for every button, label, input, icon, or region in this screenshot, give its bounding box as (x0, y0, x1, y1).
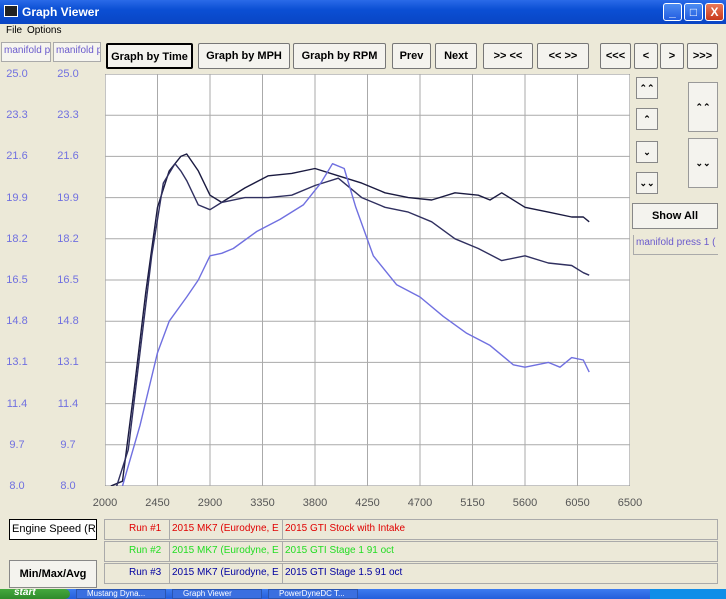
x-tick-label: 5600 (512, 497, 538, 509)
run-car: 2015 MK7 (Eurodyne, E (172, 545, 279, 556)
y-tick-label: 13.1 (57, 356, 79, 369)
minimize-button[interactable]: _ (663, 3, 682, 21)
run-label: Run #1 (129, 523, 162, 534)
y-tick-label: 23.3 (57, 109, 79, 122)
scale-up-button[interactable]: ⌃ (636, 108, 658, 130)
graph-by-mph-button[interactable]: Graph by MPH (198, 43, 290, 69)
scroll-first-button[interactable]: <<< (600, 43, 631, 69)
run-car: 2015 MK7 (Eurodyne, E (172, 567, 279, 578)
divider (169, 564, 170, 583)
y-tick-label: 21.6 (57, 150, 79, 163)
run-row[interactable]: Run #3 2015 MK7 (Eurodyne, E 2015 GTI Stag… (104, 563, 718, 584)
scale-up-fast-button[interactable]: ⌃⌃ (636, 77, 658, 99)
y-tick-label: 18.2 (6, 232, 28, 245)
y-tick-label: 9.7 (9, 438, 25, 451)
system-tray (650, 589, 726, 599)
x-axis-channel-field[interactable]: Engine Speed (RPI (9, 519, 97, 540)
prev-button[interactable]: Prev (392, 43, 431, 69)
run-row[interactable]: Run #1 2015 MK7 (Eurodyne, E 2015 GTI Stoc… (104, 519, 718, 540)
offset-up-button[interactable]: ⌃⌃ (688, 82, 718, 132)
x-tick-label: 3800 (302, 497, 328, 509)
y-channel-tab-left[interactable]: manifold p (1, 42, 51, 62)
x-tick-label: 2900 (197, 497, 223, 509)
y-tick-label: 11.4 (6, 397, 28, 410)
scroll-back-button[interactable]: < (634, 43, 658, 69)
y-tick-label: 19.9 (57, 191, 79, 204)
channel-legend-field[interactable]: manifold press 1 ( (633, 235, 718, 255)
divider (169, 520, 170, 539)
divider (282, 542, 283, 561)
menu-options[interactable]: Options (27, 25, 61, 36)
x-tick-label: 2000 (92, 497, 118, 509)
graph-by-rpm-button[interactable]: Graph by RPM (293, 43, 386, 69)
window-title: Graph Viewer (22, 5, 100, 19)
run-label: Run #2 (129, 545, 162, 556)
menu-file[interactable]: File (6, 25, 22, 36)
run-car: 2015 MK7 (Eurodyne, E (172, 523, 279, 534)
app-icon (4, 5, 18, 17)
offset-down-button[interactable]: ⌄⌄ (688, 138, 718, 188)
y-tick-label: 25.0 (57, 68, 79, 80)
graph-by-time-button[interactable]: Graph by Time (106, 43, 193, 69)
y-tick-label: 9.7 (60, 438, 76, 451)
zoom-out-button[interactable]: << >> (537, 43, 589, 69)
show-all-button[interactable]: Show All (632, 203, 718, 229)
y-tick-label: 23.3 (6, 109, 28, 122)
y-tick-label: 8.0 (9, 480, 25, 492)
divider (169, 542, 170, 561)
x-tick-label: 3350 (250, 497, 275, 509)
y-tick-label: 16.5 (57, 274, 79, 286)
min-max-avg-button[interactable]: Min/Max/Avg (9, 560, 97, 588)
scroll-forward-button[interactable]: > (660, 43, 684, 69)
divider (282, 520, 283, 539)
run-row[interactable]: Run #2 2015 MK7 (Eurodyne, E 2015 GTI Stag… (104, 541, 718, 562)
scroll-last-button[interactable]: >>> (687, 43, 718, 69)
x-tick-label: 6050 (565, 497, 590, 509)
x-tick-label: 2450 (145, 497, 170, 509)
run-label: Run #3 (129, 567, 162, 578)
divider (282, 564, 283, 583)
scale-down-button[interactable]: ⌄ (636, 141, 658, 163)
run-description: 2015 GTI Stage 1.5 91 oct (285, 567, 403, 578)
start-button[interactable]: start (0, 589, 70, 599)
x-tick-label: 5150 (460, 497, 485, 509)
taskbar-item[interactable]: Mustang Dyna... (76, 589, 166, 599)
x-tick-label: 6500 (617, 497, 643, 509)
scale-down-fast-button[interactable]: ⌄⌄ (636, 172, 658, 194)
y-tick-label: 19.9 (6, 191, 28, 204)
y-tick-label: 11.4 (57, 397, 79, 410)
y-tick-label: 8.0 (60, 480, 76, 492)
y-tick-label: 21.6 (6, 150, 28, 163)
title-bar: Graph Viewer _ □ X (0, 0, 726, 24)
y-channel-tab-right[interactable]: manifold p (53, 42, 101, 62)
menu-bar: File Options (0, 24, 726, 40)
close-button[interactable]: X (705, 3, 724, 21)
line-chart (105, 74, 630, 486)
y-tick-label: 14.8 (57, 315, 79, 328)
y-tick-label: 14.8 (6, 315, 28, 328)
y-tick-label: 25.0 (6, 68, 28, 80)
x-tick-label: 4700 (407, 497, 433, 509)
run-description: 2015 GTI Stage 1 91 oct (285, 545, 394, 556)
maximize-button[interactable]: □ (684, 3, 703, 21)
y-tick-label: 16.5 (6, 274, 28, 286)
y-tick-label: 18.2 (57, 232, 79, 245)
taskbar-item[interactable]: Graph Viewer (172, 589, 262, 599)
zoom-in-button[interactable]: >> << (483, 43, 533, 69)
next-button[interactable]: Next (435, 43, 477, 69)
taskbar-item[interactable]: PowerDyneDC T... (268, 589, 358, 599)
taskbar: start Mustang Dyna... Graph Viewer Power… (0, 589, 726, 599)
run-description: 2015 GTI Stock with Intake (285, 523, 406, 534)
x-tick-label: 4250 (355, 497, 380, 509)
y-tick-label: 13.1 (6, 356, 28, 369)
